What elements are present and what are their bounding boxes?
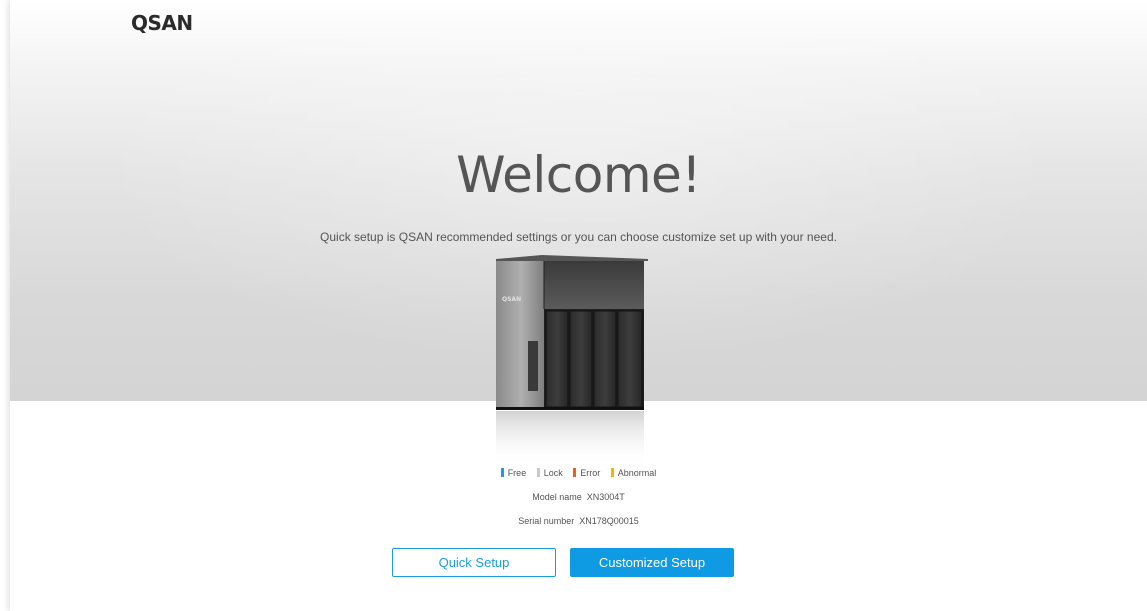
nas-device-image: QSAN [496, 255, 648, 466]
legend-lock: Lock [536, 468, 563, 478]
legend-error: Error [573, 468, 600, 478]
model-name-value: XN3004T [586, 492, 625, 502]
qsan-logo: QSAN [131, 11, 193, 35]
legend-error-label: Error [580, 468, 601, 478]
legend-abnormal: Abnormal [610, 468, 657, 478]
serial-number-value: XN178Q00015 [579, 516, 639, 526]
serial-number-label: Serial number [518, 516, 575, 526]
legend-lock-label: Lock [543, 468, 563, 478]
legend-lock-swatch [536, 468, 540, 477]
welcome-subtitle: Quick setup is QSAN recommended settings… [320, 230, 837, 244]
page: QSAN Welcome! Quick setup is QSAN recomm… [0, 0, 1147, 611]
quick-setup-button[interactable]: Quick Setup [392, 548, 556, 577]
customized-setup-button[interactable]: Customized Setup [570, 548, 734, 577]
model-name-label: Model name [532, 492, 582, 502]
legend-abnormal-label: Abnormal [617, 468, 657, 478]
legend-abnormal-swatch [610, 468, 614, 477]
welcome-title: Welcome! [456, 146, 701, 204]
model-name-row: Model name XN3004T [10, 492, 1147, 502]
setup-window: QSAN Welcome! Quick setup is QSAN recomm… [10, 0, 1147, 611]
device-badge: QSAN [502, 296, 521, 303]
legend-free-label: Free [507, 468, 527, 478]
disk-status-legend: Free Lock Error Abnormal [10, 468, 1147, 478]
legend-free: Free [500, 468, 527, 478]
legend-free-swatch [500, 468, 504, 477]
serial-number-row: Serial number XN178Q00015 [10, 516, 1147, 526]
legend-error-swatch [573, 468, 577, 477]
